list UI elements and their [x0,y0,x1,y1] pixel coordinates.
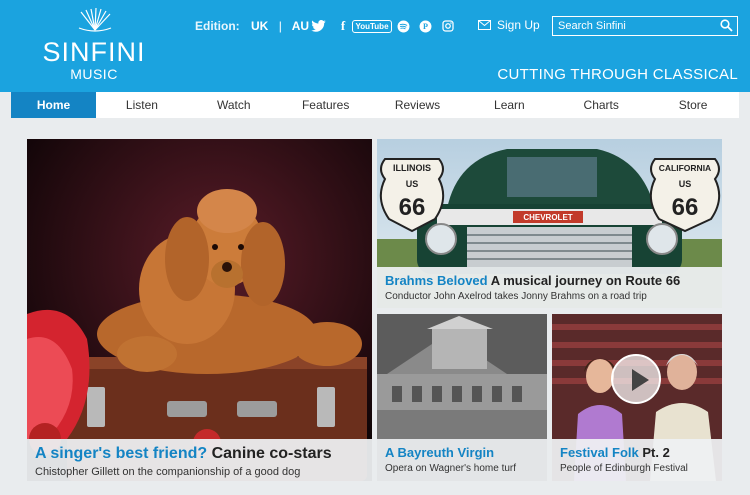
poodle-image [27,139,372,481]
route66-subtitle: Conductor John Axelrod takes Jonny Brahm… [385,291,647,302]
feature-headline: A singer's best friend? Canine co-stars [35,445,364,463]
nav-watch[interactable]: Watch [188,92,280,118]
spotify-icon[interactable] [396,17,410,35]
svg-text:66: 66 [672,194,699,221]
feature-subtitle: Chistopher Gillett on the companionship … [35,466,301,478]
envelope-icon [478,20,491,30]
edition-uk-link[interactable]: UK [251,19,268,33]
nav-reviews[interactable]: Reviews [372,92,464,118]
folk-subtitle: People of Edinburgh Festival [560,463,688,474]
folk-highlight: Festival Folk [560,445,639,460]
nav-charts[interactable]: Charts [555,92,647,118]
sinfini-logo[interactable]: SINFINI MUSIC [37,8,151,84]
search-box [552,16,738,36]
sign-up-link[interactable]: Sign Up [478,18,540,32]
nav-store[interactable]: Store [647,92,739,118]
fan-logo-icon [78,8,112,32]
sign-up-label: Sign Up [497,18,540,32]
bayreuth-highlight: A Bayreuth Virgin [385,445,495,460]
edition-switcher: Edition: UK | AU [195,19,309,33]
edition-au-link[interactable]: AU [292,19,309,33]
edition-separator: | [278,19,282,33]
route66-headline: Brahms Beloved A musical journey on Rout… [385,273,714,288]
bayreuth-subtitle: Opera on Wagner's home turf [385,463,517,474]
nav-home[interactable]: Home [11,92,96,118]
youtube-icon[interactable]: YouTube [352,17,392,35]
twitter-icon[interactable] [310,17,326,35]
site-tagline: CUTTING THROUGH CLASSICAL [497,66,738,83]
folk-title: Pt. 2 [642,445,670,460]
route66-caption: Brahms Beloved A musical journey on Rout… [377,267,722,308]
feature-tile-canine[interactable]: A singer's best friend? Canine co-stars … [27,139,372,481]
feature-tile-route66[interactable]: CHEVROLET ILLINOIS US 66 CALIFORNIA US 6… [377,139,722,308]
sign-left-state: ILLINOIS [393,163,431,173]
grille-text: CHEVROLET [523,213,572,222]
play-video-icon[interactable] [611,354,661,404]
bayreuth-caption: A Bayreuth Virgin Opera on Wagner's home… [377,439,547,481]
feature-highlight: A singer's best friend? [35,445,208,462]
nav-listen[interactable]: Listen [96,92,188,118]
site-header: SINFINI MUSIC Edition: UK | AU f YouTube… [0,0,750,92]
search-icon[interactable] [720,19,733,32]
facebook-icon[interactable]: f [336,17,350,35]
sign-right-state: CALIFORNIA [659,163,711,173]
feature-tile-bayreuth[interactable]: A Bayreuth Virgin Opera on Wagner's home… [377,314,547,481]
svg-text:US: US [406,179,419,189]
nav-features[interactable]: Features [280,92,372,118]
feature-caption: A singer's best friend? Canine co-stars … [27,439,372,481]
route66-title: A musical journey on Route 66 [490,273,681,288]
main-nav: Home Listen Watch Features Reviews Learn… [11,92,739,118]
svg-text:US: US [679,179,692,189]
feature-title: Canine co-stars [211,445,332,462]
search-input[interactable] [553,17,713,35]
nav-learn[interactable]: Learn [463,92,555,118]
svg-text:P: P [423,22,428,31]
edition-label: Edition: [195,19,240,33]
brand-sub: MUSIC [70,66,118,82]
folk-headline: Festival Folk Pt. 2 [560,445,714,460]
folk-caption: Festival Folk Pt. 2 People of Edinburgh … [552,439,722,481]
bayreuth-headline: A Bayreuth Virgin [385,445,539,460]
pinterest-icon[interactable]: P [418,17,432,35]
instagram-icon[interactable] [441,17,455,35]
feature-tile-festival-folk[interactable]: Festival Folk Pt. 2 People of Edinburgh … [552,314,722,481]
svg-text:66: 66 [399,194,426,221]
route66-highlight: Brahms Beloved [385,273,488,288]
brand-name: SINFINI [42,37,146,67]
